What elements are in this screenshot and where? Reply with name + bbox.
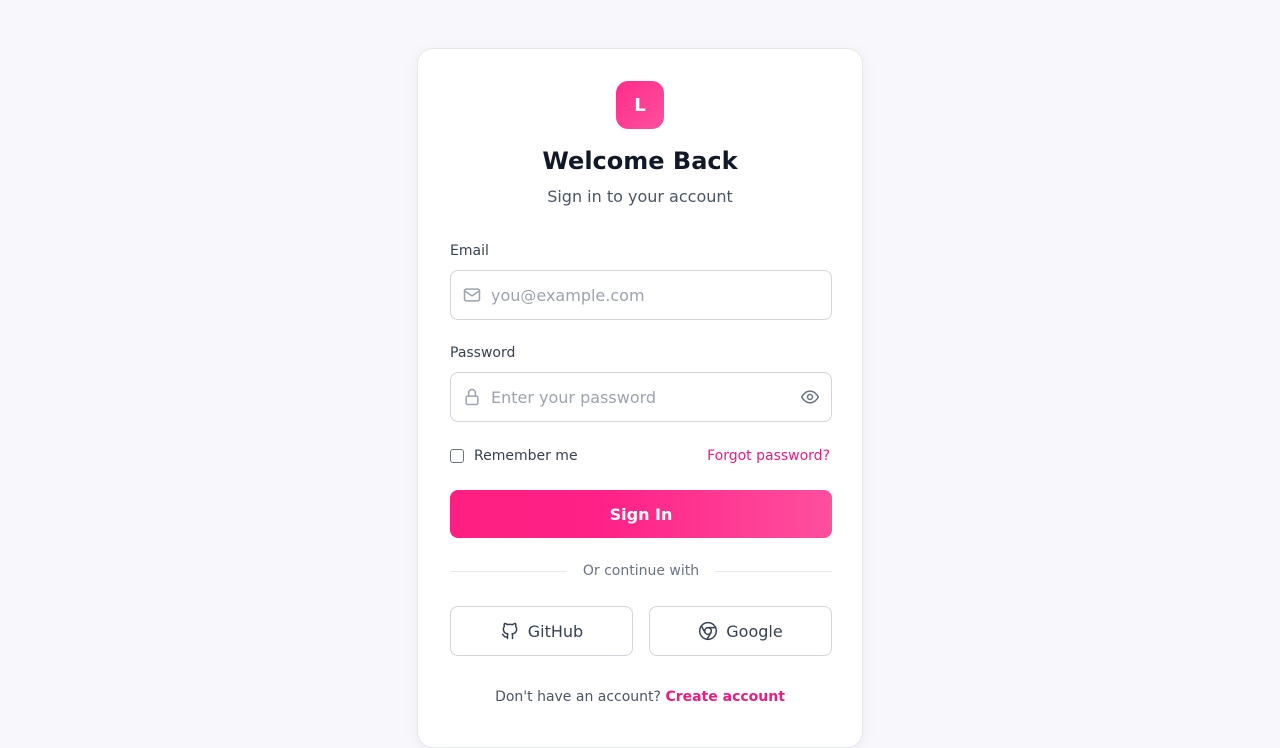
github-button[interactable]: GitHub — [450, 606, 633, 656]
signup-prompt-text: Don't have an account? — [495, 689, 661, 705]
signup-prompt: Don't have an account? Create account — [418, 687, 862, 707]
mail-icon — [463, 288, 481, 302]
google-button[interactable]: Google — [649, 606, 832, 656]
divider-line-left — [450, 570, 567, 572]
password-input[interactable] — [491, 373, 791, 421]
google-label: Google — [726, 621, 783, 641]
logo-letter: L — [634, 94, 646, 116]
password-field[interactable] — [450, 372, 832, 422]
email-label: Email — [450, 243, 489, 259]
password-label: Password — [450, 345, 516, 361]
email-input[interactable] — [491, 271, 791, 319]
remember-me-checkbox[interactable] — [450, 449, 464, 463]
remember-me-label: Remember me — [474, 448, 578, 464]
remember-me[interactable]: Remember me — [450, 446, 578, 466]
login-card: L Welcome Back Sign in to your account E… — [417, 48, 863, 748]
eye-icon[interactable] — [800, 387, 820, 407]
create-account-link[interactable]: Create account — [665, 689, 784, 705]
page-subtitle: Sign in to your account — [547, 187, 733, 206]
divider-line-right — [715, 570, 833, 572]
divider: Or continue with — [450, 561, 833, 581]
github-icon — [501, 622, 518, 640]
chrome-icon — [699, 621, 718, 641]
github-label: GitHub — [527, 621, 584, 641]
lock-icon — [465, 388, 479, 406]
forgot-password-link[interactable]: Forgot password? — [707, 446, 830, 466]
sign-in-button[interactable]: Sign In — [450, 490, 832, 538]
email-field[interactable] — [450, 270, 832, 320]
divider-text: Or continue with — [582, 563, 700, 579]
brand-logo: L — [616, 81, 664, 129]
page-title: Welcome Back — [542, 147, 738, 175]
